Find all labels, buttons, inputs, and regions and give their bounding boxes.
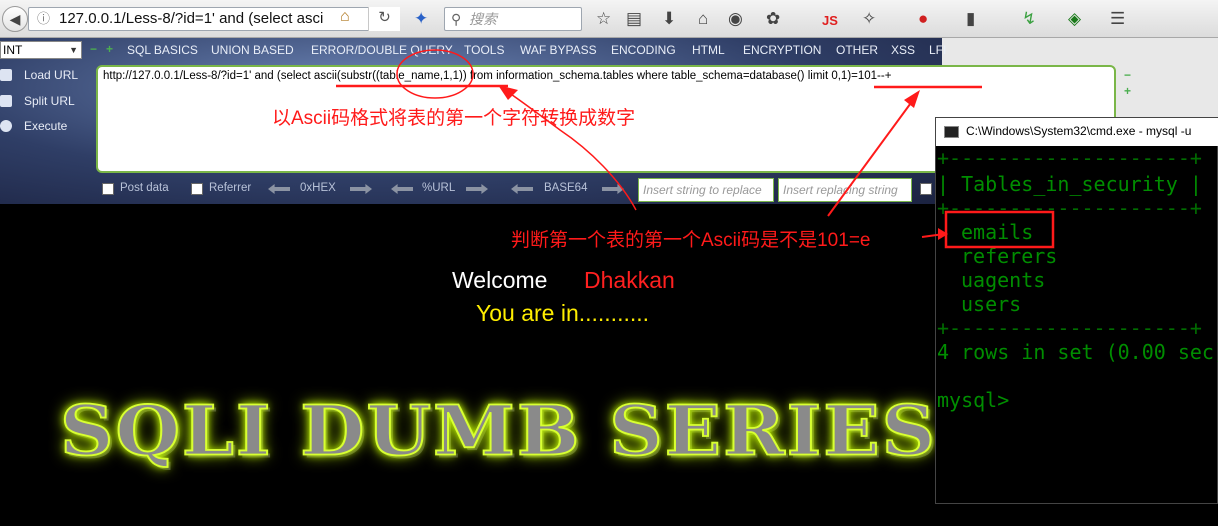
- highlight-emails: [944, 210, 1055, 249]
- annotation-check-101: 判断第一个表的第一个Ascii码是不是101=e: [511, 230, 871, 251]
- circle-table-name: [396, 49, 474, 99]
- annotation-overlay: [336, 49, 1055, 249]
- arrow-to-limit: [827, 95, 917, 217]
- screen: ◀ ⓘ 127.0.0.1/Less-8/?id=1' and (select …: [0, 0, 1218, 526]
- arrow-head-limit: [904, 90, 920, 108]
- annotation-ascii-convert: 以Ascii码格式将表的第一个字符转换成数字: [272, 108, 636, 129]
